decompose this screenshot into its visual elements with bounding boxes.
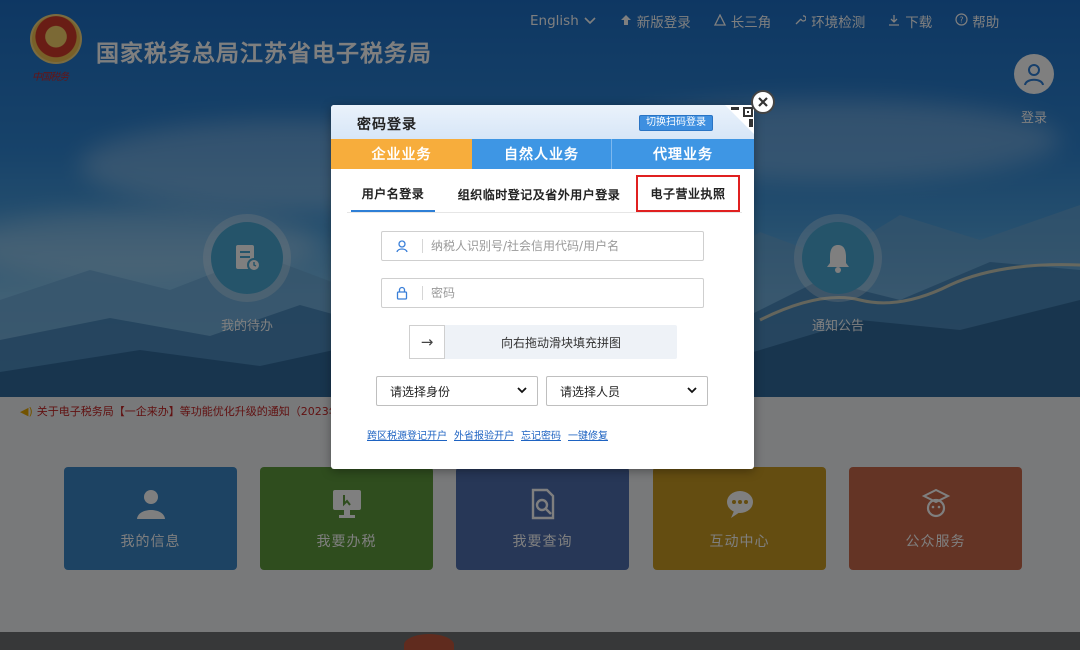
login-method-tabs: 用户名登录 组织临时登记及省外用户登录 电子营业执照 — [347, 175, 742, 213]
qr-code-icon[interactable] — [725, 105, 754, 135]
tab-agent[interactable]: 代理业务 — [612, 139, 754, 169]
person-select[interactable]: 请选择人员 — [546, 376, 708, 406]
business-tabs: 企业业务 自然人业务 代理业务 — [331, 139, 754, 169]
chevron-down-icon — [687, 386, 697, 397]
link-one-click-repair[interactable]: 一键修复 — [568, 427, 608, 442]
username-input[interactable] — [431, 239, 691, 253]
tab-temp-registration-login[interactable]: 组织临时登记及省外用户登录 — [445, 177, 633, 212]
person-select-value: 请选择人员 — [560, 384, 621, 399]
identity-select[interactable]: 请选择身份 — [376, 376, 538, 406]
close-icon — [758, 97, 768, 107]
dialog-title: 密码登录 — [357, 117, 417, 133]
tab-username-login[interactable]: 用户名登录 — [351, 177, 435, 212]
slider-hint-text: 向右拖动滑块填充拼图 — [500, 335, 621, 350]
switch-qr-login-button[interactable]: 切换扫码登录 — [639, 115, 713, 131]
link-forgot-password[interactable]: 忘记密码 — [521, 427, 561, 442]
link-cross-region-registration[interactable]: 跨区税源登记开户 — [367, 427, 447, 442]
tab-natural-person[interactable]: 自然人业务 — [472, 139, 612, 169]
dialog-header: 密码登录 切换扫码登录 — [331, 105, 754, 139]
tab-enterprise[interactable]: 企业业务 — [331, 139, 472, 169]
close-dialog-button[interactable] — [751, 90, 775, 114]
lock-icon — [382, 286, 422, 300]
chevron-down-icon — [517, 386, 527, 397]
username-field[interactable] — [381, 231, 704, 261]
dialog-links: 跨区税源登记开户 外省报验开户 忘记密码 一键修复 — [367, 427, 608, 442]
user-icon — [382, 239, 422, 253]
password-field[interactable] — [381, 278, 704, 308]
tab-e-business-license[interactable]: 电子营业执照 — [636, 175, 740, 212]
identity-select-value: 请选择身份 — [390, 384, 451, 399]
slider-handle[interactable]: → — [409, 325, 445, 359]
login-dialog: 密码登录 切换扫码登录 企业业务 自然人业务 代理业务 用户名登录 组织临时登记… — [331, 105, 754, 469]
captcha-slider: → 向右拖动滑块填充拼图 — [409, 325, 677, 359]
link-out-of-province-registration[interactable]: 外省报验开户 — [454, 427, 514, 442]
password-input[interactable] — [431, 286, 691, 300]
